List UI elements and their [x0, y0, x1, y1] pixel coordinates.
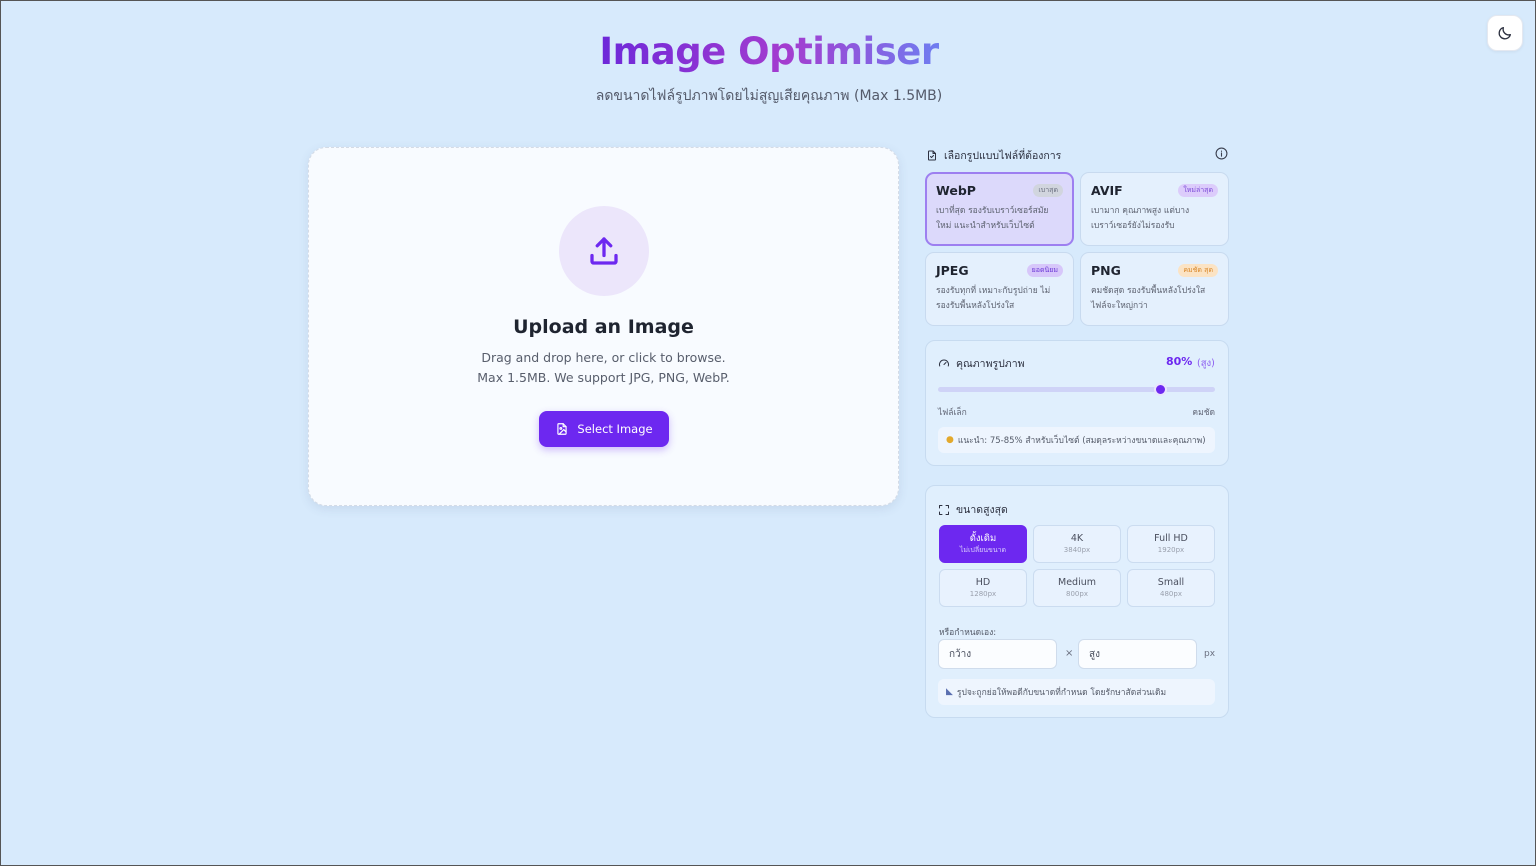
slider-min-label: ไฟล์เล็ก [938, 408, 967, 418]
page-header: Image Optimiser ลดขนาดไฟล์รูปภาพโดยไม่สู… [1, 29, 1536, 105]
upload-title: Upload an Image [513, 316, 694, 338]
page-title: Image Optimiser [599, 30, 939, 73]
upload-desc-line1: Drag and drop here, or click to browse. [481, 350, 726, 365]
format-badge: ใหม่ล่าสุด [1178, 184, 1218, 197]
format-name: JPEG [936, 263, 969, 278]
upload-description: Drag and drop here, or click to browse. … [309, 348, 898, 388]
page-subtitle: ลดขนาดไฟล์รูปภาพโดยไม่สูญเสียคุณภาพ (Max… [595, 88, 943, 104]
slider-max-label: คมชัด [1192, 408, 1215, 418]
upload-dropzone[interactable]: Upload an Image Drag and drop here, or c… [308, 147, 899, 506]
size-option-original[interactable]: ดั้งเดิม ไม่เปลี่ยนขนาด [939, 525, 1027, 563]
format-description: รองรับทุกที่ เหมาะกับรูปถ่าย ไม่ รองรับพ… [936, 286, 1051, 311]
size-option-full-hd[interactable]: Full HD 1920px [1127, 525, 1215, 563]
max-size-panel: ขนาดสูงสุด ดั้งเดิม ไม่เปลี่ยนขนาด 4K 38… [925, 485, 1229, 718]
format-name: AVIF [1091, 183, 1123, 198]
max-size-label: ขนาดสูงสุด [938, 501, 1008, 518]
size-option-hd[interactable]: HD 1280px [939, 569, 1027, 607]
custom-size-label: หรือกำหนดเอง: [939, 628, 997, 638]
format-description: เบาที่สุด รองรับเบราว์เซอร์สมัย ใหม่ แนะ… [936, 206, 1049, 231]
quality-slider-thumb[interactable] [1153, 383, 1167, 396]
quality-slider[interactable] [938, 383, 1215, 396]
gauge-icon [939, 359, 949, 366]
upload-icon [590, 237, 618, 265]
format-name: PNG [1091, 263, 1121, 278]
image-file-icon [557, 423, 568, 435]
format-option-webp[interactable]: WebP เบาสุด เบาที่สุด รองรับเบราว์เซอร์ส… [925, 172, 1074, 246]
ruler-icon: ◣ [946, 687, 953, 697]
width-input[interactable] [938, 639, 1057, 669]
expand-icon [939, 504, 949, 515]
size-option-medium[interactable]: Medium 800px [1033, 569, 1121, 607]
select-image-button[interactable]: Select Image [539, 411, 669, 447]
file-image-icon [928, 150, 936, 161]
quality-tip: ● แนะนำ: 75-85% สำหรับเว็บไซต์ (สมดุลระห… [938, 427, 1215, 453]
lightbulb-icon: ● [946, 435, 954, 445]
format-option-jpeg[interactable]: JPEG ยอดนิยม รองรับทุกที่ เหมาะกับรูปถ่า… [925, 252, 1074, 326]
format-name: WebP [936, 183, 976, 198]
quality-level: (สูง) [1197, 358, 1215, 369]
quality-panel: คุณภาพรูปภาพ 80% (สูง) ไฟล์เล็ก คมชัด ● … [925, 340, 1229, 466]
format-description: เบามาก คุณภาพสูง แต่บาง เบราว์เซอร์ยังไม… [1091, 206, 1190, 231]
format-section-label: เลือกรูปแบบไฟล์ที่ต้องการ [926, 147, 1061, 164]
format-badge: ยอดนิยม [1026, 264, 1063, 277]
format-option-png[interactable]: PNG คมชัด สุด คมชัดสุด รองรับพื้นหลังโปร… [1080, 252, 1229, 326]
upload-desc-line2: Max 1.5MB. We support JPG, PNG, WebP. [477, 370, 730, 385]
format-badge: คมชัด สุด [1178, 264, 1218, 277]
format-description: คมชัดสุด รองรับพื้นหลังโปร่งใส ไฟล์จะใหญ… [1091, 286, 1206, 311]
size-option-4k[interactable]: 4K 3840px [1033, 525, 1121, 563]
format-option-avif[interactable]: AVIF ใหม่ล่าสุด เบามาก คุณภาพสูง แต่บาง … [1080, 172, 1229, 246]
upload-icon-circle [559, 206, 649, 296]
unit-label: px [1204, 649, 1216, 659]
size-option-small[interactable]: Small 480px [1127, 569, 1215, 607]
resize-note: ◣ รูปจะถูกย่อให้พอดีกับขนาดที่กำหนด โดยร… [938, 679, 1215, 705]
height-input[interactable] [1078, 639, 1197, 669]
times-symbol: × [1065, 648, 1074, 659]
quality-label: คุณภาพรูปภาพ [938, 355, 1025, 372]
select-image-label: Select Image [577, 422, 653, 436]
info-icon[interactable] [1215, 147, 1228, 160]
quality-value: 80% [1166, 355, 1193, 368]
format-badge: เบาสุด [1033, 184, 1063, 197]
